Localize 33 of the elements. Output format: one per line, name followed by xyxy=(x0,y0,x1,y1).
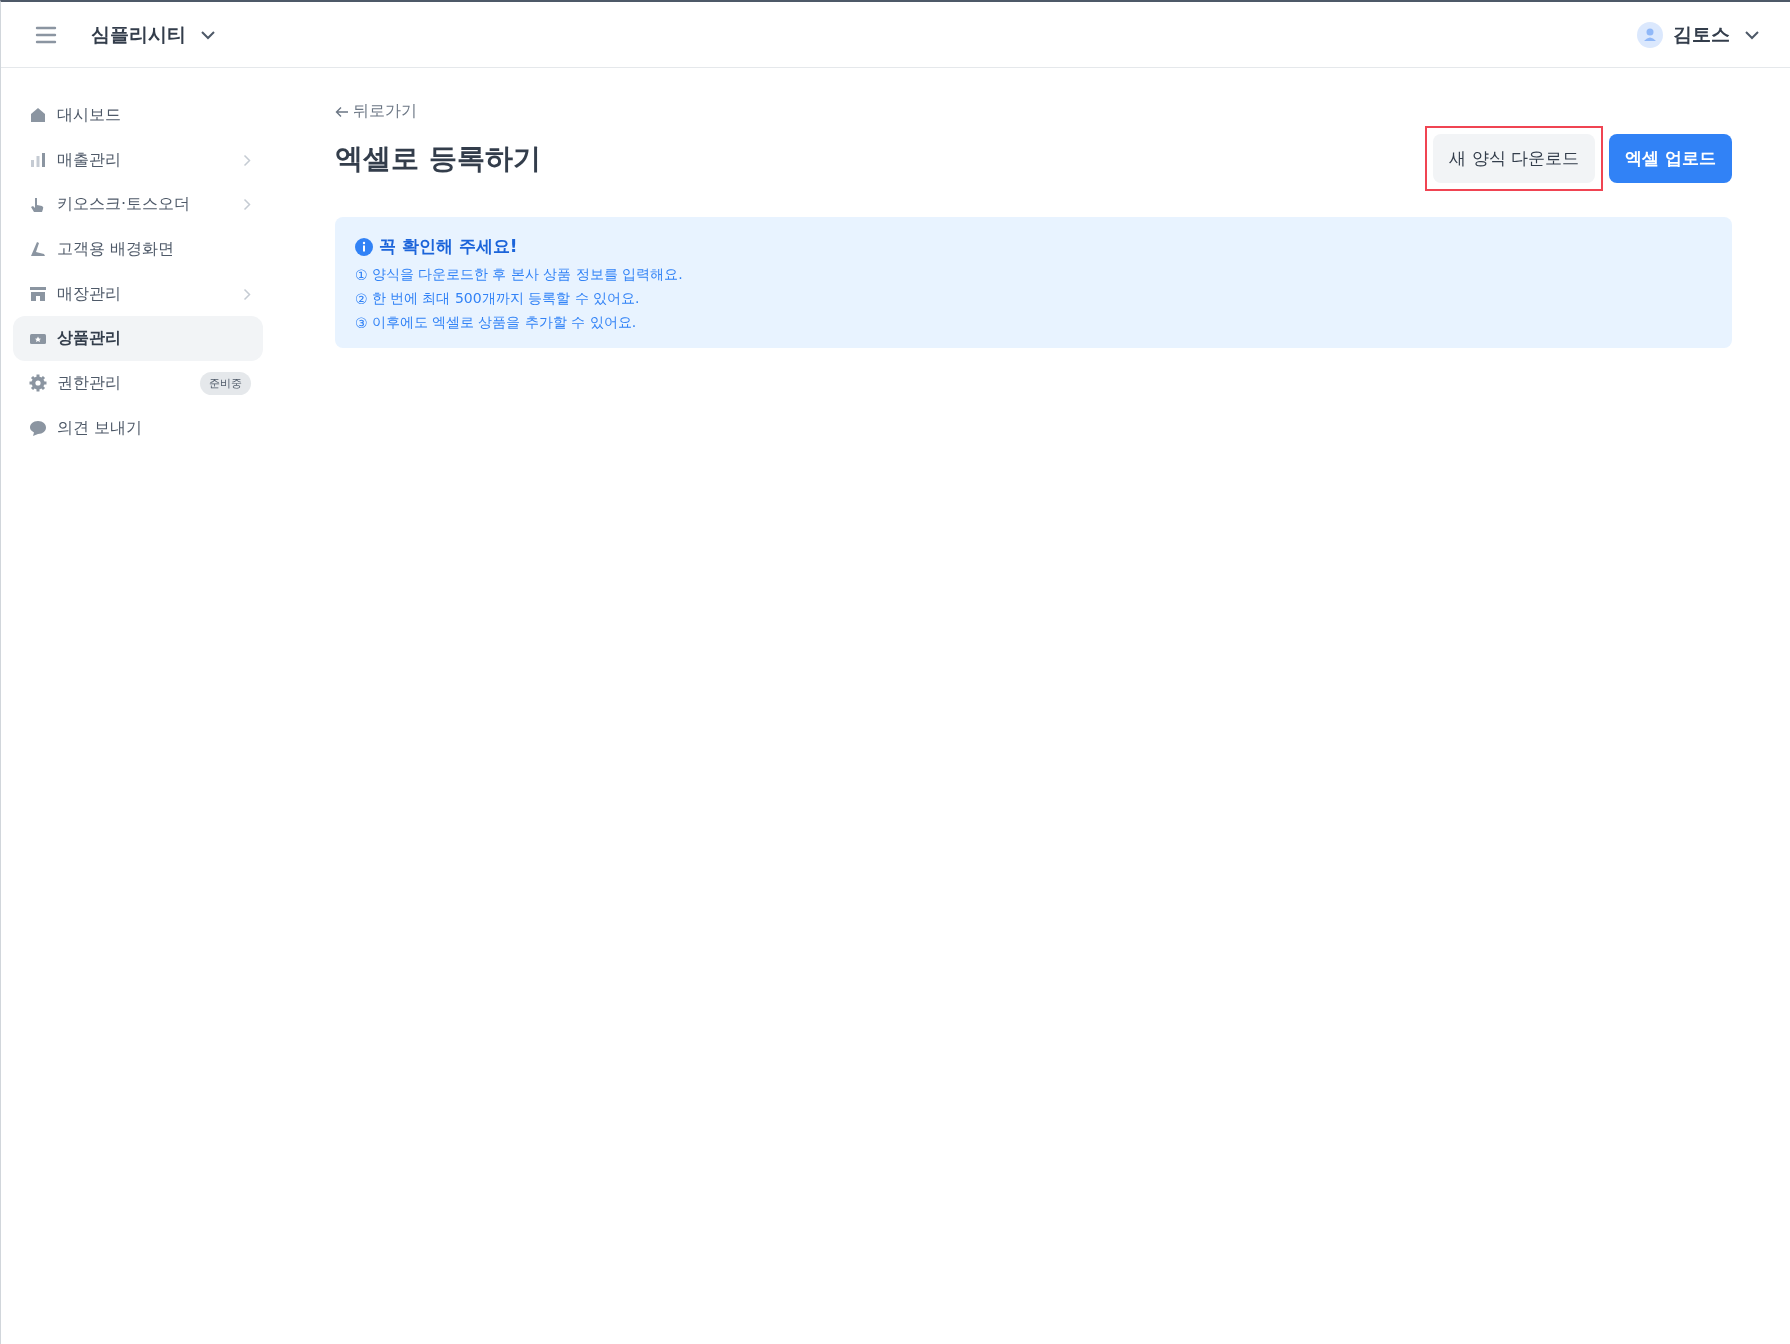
menu-icon[interactable] xyxy=(35,25,57,44)
user-name[interactable]: 김토스 xyxy=(1673,21,1730,48)
info-icon xyxy=(355,237,373,256)
sidebar-item[interactable]: 매출관리 xyxy=(13,137,263,183)
bar-chart-icon xyxy=(29,151,47,170)
sidebar-item[interactable]: 고객용 배경화면 xyxy=(13,227,263,272)
upload-button[interactable]: 엑셀 업로드 xyxy=(1609,134,1732,183)
easel-icon xyxy=(29,240,47,259)
sidebar-item[interactable]: 권한관리 준비중 xyxy=(13,361,263,406)
notice-title: 꼭 확인해 주세요! xyxy=(379,235,518,258)
page-title: 엑셀로 등록하기 xyxy=(335,140,541,177)
sidebar-item[interactable]: 의견 보내기 xyxy=(13,405,263,451)
store-name[interactable]: 심플리시티 xyxy=(91,21,186,48)
settings-icon xyxy=(29,374,47,393)
home-icon xyxy=(29,106,47,125)
sidebar-item[interactable]: 매장관리 xyxy=(13,271,263,317)
notice-text: 한 번에 최대 500개까지 등록할 수 있어요. xyxy=(371,290,640,308)
speech-bubble-icon xyxy=(29,419,47,438)
chevron-down-icon[interactable] xyxy=(200,29,216,40)
list-number: ③ xyxy=(355,315,368,331)
download-button[interactable]: 새 양식 다운로드 xyxy=(1433,134,1596,183)
notice-text: 이후에도 엑셀로 상품을 추가할 수 있어요. xyxy=(371,314,637,332)
list-number: ① xyxy=(355,267,368,283)
arrow-left-icon xyxy=(335,105,349,118)
notice-text: 양식을 다운로드한 후 본사 상품 정보를 입력해요. xyxy=(371,266,683,284)
storefront-icon xyxy=(29,285,47,304)
sidebar-item[interactable]: 상품관리 xyxy=(13,316,263,362)
chevron-down-icon[interactable] xyxy=(1744,29,1760,40)
sidebar-item[interactable]: 대시보드 xyxy=(13,93,263,138)
back-link[interactable]: 뒤로가기 xyxy=(335,101,417,122)
list-number: ② xyxy=(355,291,368,307)
status-badge: 준비중 xyxy=(200,371,251,395)
sidebar-item[interactable]: 키오스크·토스오더 xyxy=(13,182,263,228)
